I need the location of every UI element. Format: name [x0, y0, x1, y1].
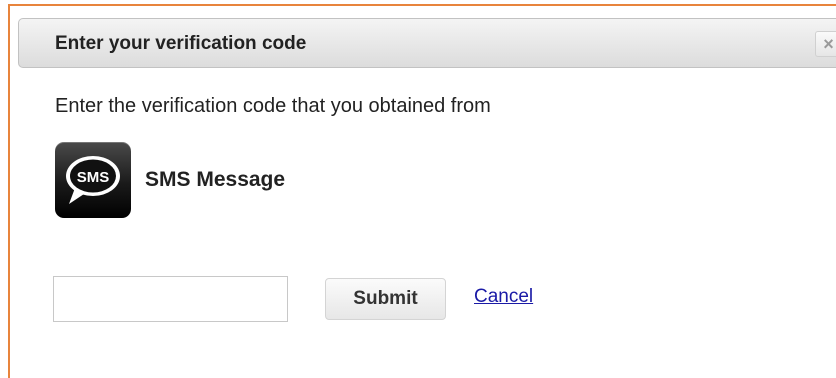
verification-method: SMS SMS Message — [55, 142, 285, 218]
verification-code-input[interactable] — [53, 276, 288, 322]
cancel-link[interactable]: Cancel — [474, 286, 533, 308]
close-icon: × — [823, 34, 834, 54]
sms-icon: SMS — [55, 142, 131, 218]
close-button[interactable]: × — [815, 31, 836, 57]
method-label: SMS Message — [145, 168, 286, 191]
sms-icon-text: SMS — [77, 169, 110, 186]
dialog-titlebar: Enter your verification code × — [18, 18, 836, 68]
speech-bubble-icon: SMS — [66, 156, 120, 204]
submit-button[interactable]: Submit — [325, 278, 446, 320]
dialog-title: Enter your verification code — [55, 33, 307, 54]
instructions-text: Enter the verification code that you obt… — [55, 95, 491, 117]
